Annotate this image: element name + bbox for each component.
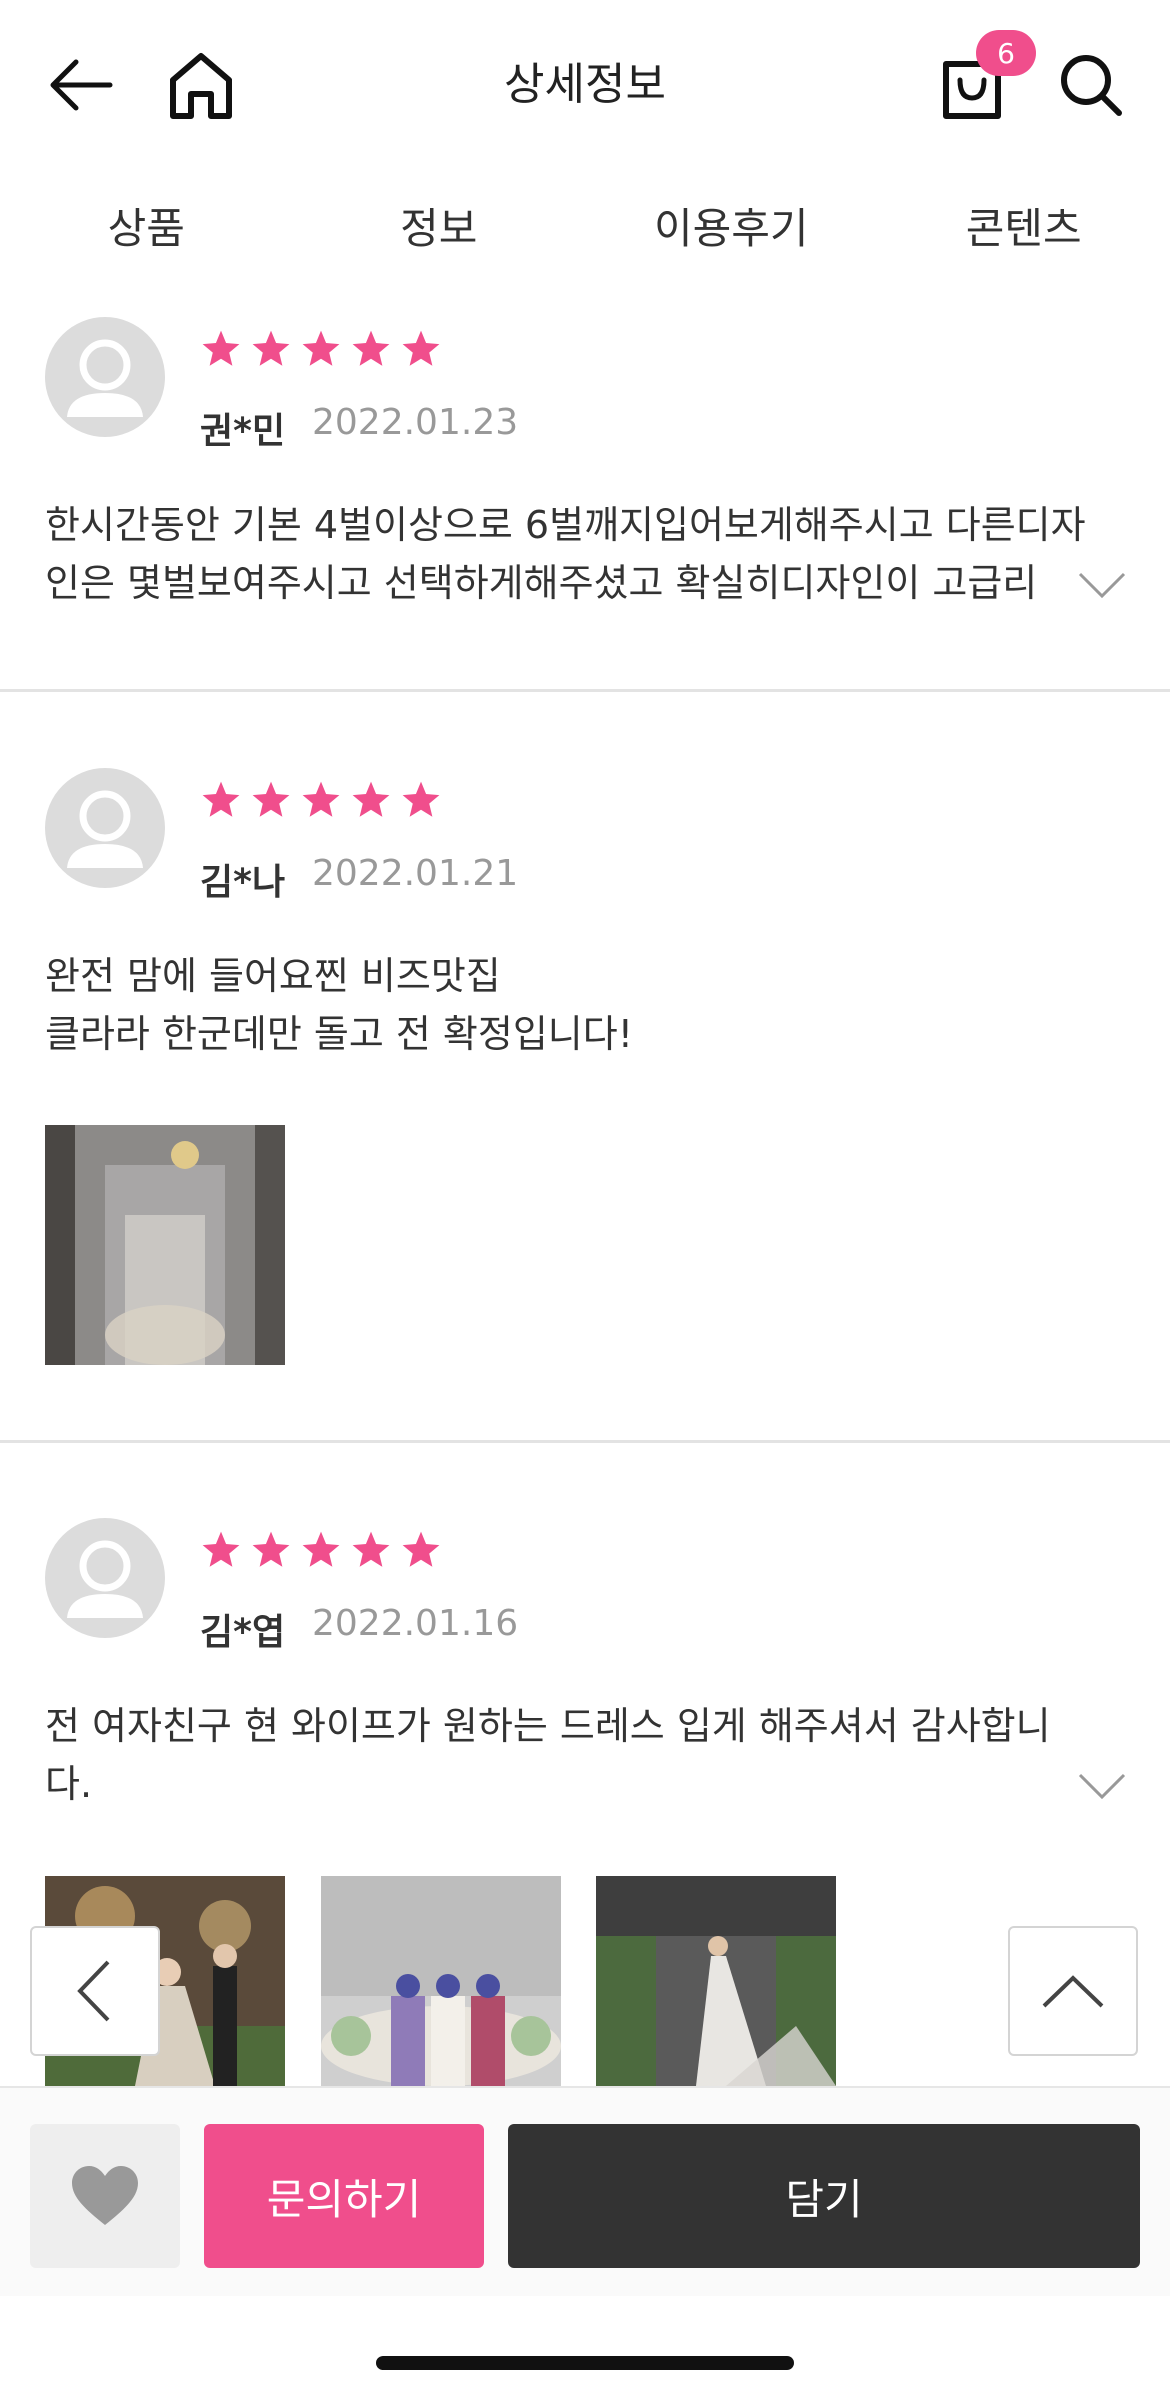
avatar bbox=[45, 768, 165, 888]
review-date: 2022.01.16 bbox=[312, 1603, 519, 1644]
cart-count-badge: 6 bbox=[976, 30, 1036, 76]
star-icon bbox=[402, 781, 440, 817]
star-icon bbox=[252, 330, 290, 366]
star-icon bbox=[402, 1531, 440, 1567]
review-photo[interactable] bbox=[596, 1876, 836, 2086]
review-photo[interactable] bbox=[45, 1125, 285, 1365]
chevron-left-icon bbox=[77, 1960, 110, 2022]
star-icon bbox=[252, 1531, 290, 1567]
star-icon bbox=[352, 1531, 390, 1567]
review-date: 2022.01.21 bbox=[312, 853, 519, 894]
star-icon bbox=[302, 330, 340, 366]
add-to-cart-button[interactable]: 담기 bbox=[508, 2124, 1140, 2268]
star-icon bbox=[402, 330, 440, 366]
user-placeholder-icon bbox=[67, 790, 143, 868]
scroll-top-button[interactable] bbox=[1008, 1926, 1138, 2056]
tab-reviews[interactable]: 이용후기 bbox=[585, 160, 878, 290]
like-button[interactable] bbox=[30, 2124, 180, 2268]
inquiry-button[interactable]: 문의하기 bbox=[204, 2124, 484, 2268]
star-icon bbox=[202, 781, 240, 817]
heart-icon bbox=[72, 2166, 138, 2225]
chevron-down-icon[interactable] bbox=[1078, 1771, 1126, 1801]
reviewer-name: 김*나 bbox=[200, 862, 286, 903]
chevron-down-icon[interactable] bbox=[1078, 570, 1126, 600]
review-text: 한시간동안 기본 4벌이상으로 6벌깨지입어보게해주시고 다른디자인은 몇벌보여… bbox=[45, 503, 1086, 605]
avatar bbox=[45, 1518, 165, 1638]
reviewer-name: 김*엽 bbox=[200, 1612, 286, 1653]
top-header: 상세정보 6 bbox=[0, 0, 1170, 160]
divider bbox=[0, 689, 1170, 692]
star-icon bbox=[202, 330, 240, 366]
user-placeholder-icon bbox=[67, 339, 143, 417]
tab-contents[interactable]: 콘텐츠 bbox=[878, 160, 1170, 290]
star-icon bbox=[352, 781, 390, 817]
tab-bar: 상품 정보 이용후기 콘텐츠 bbox=[0, 160, 1170, 290]
star-icon bbox=[352, 330, 390, 366]
tab-product[interactable]: 상품 bbox=[0, 160, 293, 290]
star-icon bbox=[302, 1531, 340, 1567]
divider bbox=[0, 1440, 1170, 1443]
star-icon bbox=[202, 1531, 240, 1567]
prev-button[interactable] bbox=[30, 1926, 160, 2056]
star-icon bbox=[252, 781, 290, 817]
search-button[interactable] bbox=[1046, 40, 1136, 130]
review-date: 2022.01.23 bbox=[312, 402, 519, 443]
review-text: 전 여자친구 현 와이프가 원하는 드레스 입게 해주셔서 감사합니다. bbox=[45, 1704, 1051, 1806]
star-rating bbox=[200, 779, 442, 821]
tab-info[interactable]: 정보 bbox=[293, 160, 586, 290]
search-icon bbox=[1061, 55, 1122, 116]
reviewer-name: 권*민 bbox=[200, 411, 286, 452]
chevron-up-icon bbox=[1042, 1975, 1104, 2008]
star-rating bbox=[200, 1529, 442, 1571]
user-placeholder-icon bbox=[67, 1540, 143, 1618]
star-rating bbox=[200, 328, 442, 370]
review-text: 완전 맘에 들어요찐 비즈맛집 클라라 한군데만 돌고 전 확정입니다! bbox=[45, 954, 633, 1056]
review-photo[interactable] bbox=[321, 1876, 561, 2086]
star-icon bbox=[302, 781, 340, 817]
avatar bbox=[45, 317, 165, 437]
bottom-action-bar: 문의하기 담기 bbox=[0, 2086, 1170, 2296]
home-indicator bbox=[376, 2356, 794, 2370]
